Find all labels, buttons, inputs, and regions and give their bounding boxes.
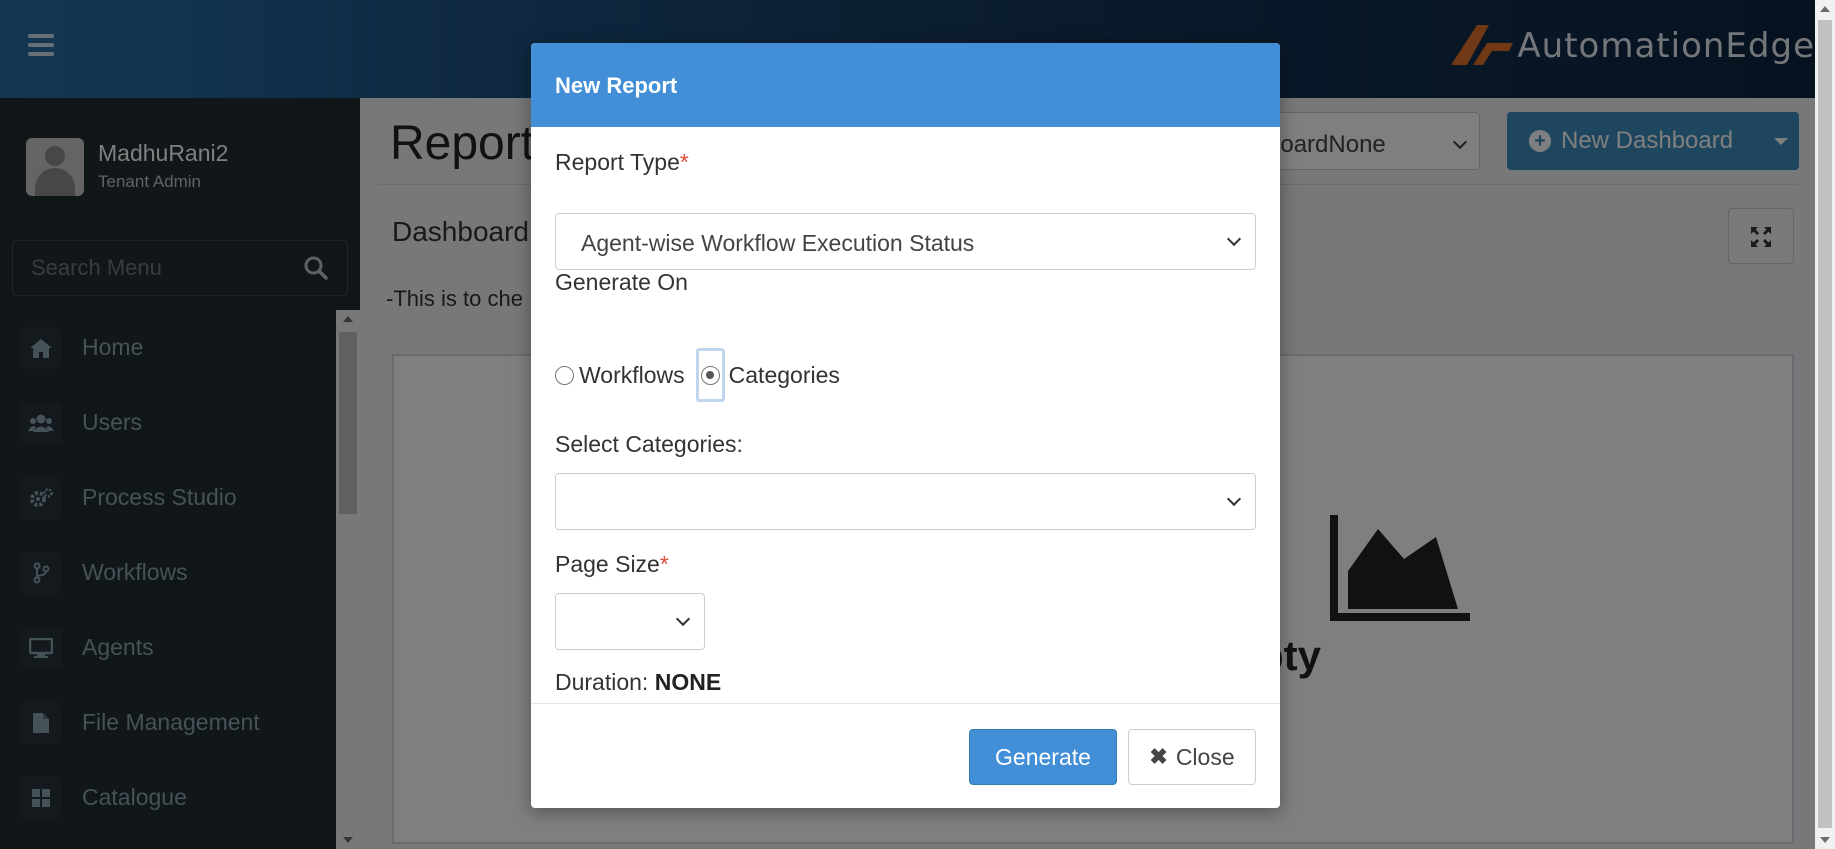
generate-on-label: Generate On: [555, 269, 688, 295]
radio-focus-ring: [695, 348, 725, 402]
modal-body: Report Type* Agent-wise Workflow Executi…: [531, 127, 1280, 705]
modal-title: New Report: [531, 43, 1280, 127]
radio-categories-label[interactable]: Categories: [729, 362, 840, 389]
scroll-up-arrow-icon[interactable]: [1820, 6, 1830, 12]
new-report-modal: New Report Report Type* Agent-wise Workf…: [531, 43, 1280, 808]
generate-on-radio-group: Workflows Categories: [555, 348, 840, 402]
close-button[interactable]: ✖ Close: [1128, 729, 1256, 785]
page-size-select[interactable]: [555, 593, 705, 650]
required-asterisk: *: [659, 551, 669, 577]
radio-workflows[interactable]: [555, 365, 574, 385]
radio-workflows-label[interactable]: Workflows: [579, 362, 685, 389]
page-size-label-text: Page Size: [555, 551, 660, 577]
chevron-down-icon: [1226, 231, 1242, 247]
select-categories-dropdown[interactable]: [555, 473, 1256, 530]
close-icon: ✖: [1149, 744, 1168, 769]
close-button-label: Close: [1175, 743, 1235, 770]
scrollbar-thumb[interactable]: [1818, 20, 1832, 828]
scroll-down-arrow-icon[interactable]: [1820, 837, 1830, 843]
required-asterisk: *: [679, 149, 689, 175]
report-type-label: Report Type*: [555, 149, 689, 176]
radio-categories[interactable]: [700, 365, 720, 385]
report-type-label-text: Report Type: [555, 149, 680, 175]
page-scrollbar[interactable]: [1815, 0, 1835, 849]
report-type-select[interactable]: Agent-wise Workflow Execution Status: [555, 213, 1256, 270]
select-categories-label: Select Categories:: [555, 431, 743, 457]
duration-label: Duration:: [555, 669, 649, 695]
modal-footer: Generate ✖ Close: [531, 703, 1280, 808]
duration-text: Duration: NONE: [555, 669, 721, 696]
duration-value: NONE: [654, 669, 722, 695]
page-size-label: Page Size*: [555, 551, 669, 578]
chevron-down-icon: [675, 611, 691, 627]
generate-button[interactable]: Generate: [969, 729, 1117, 785]
chevron-down-icon: [1226, 491, 1242, 507]
report-type-value: Agent-wise Workflow Execution Status: [581, 230, 975, 256]
